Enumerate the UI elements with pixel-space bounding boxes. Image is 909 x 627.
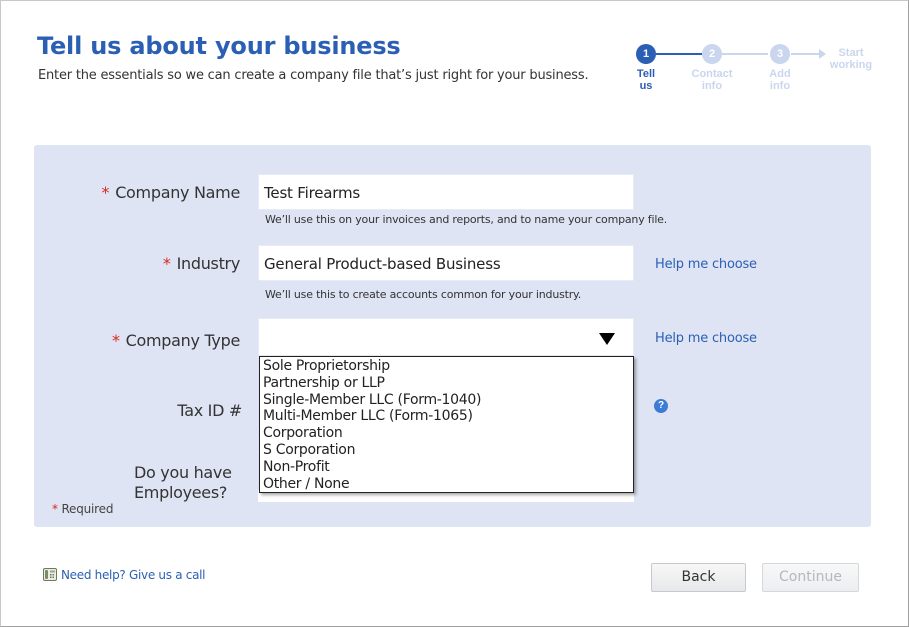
help-call-text[interactable]: Need help? Give us a call bbox=[61, 568, 206, 582]
phone-icon bbox=[43, 568, 57, 581]
company-type-label: * Company Type bbox=[112, 331, 240, 350]
step-4-label-line2: working bbox=[829, 59, 873, 71]
step-connector bbox=[656, 53, 702, 55]
step-2-circle: 2 bbox=[702, 44, 722, 64]
company-type-select[interactable] bbox=[258, 318, 634, 356]
continue-button[interactable]: Continue bbox=[762, 563, 859, 592]
option-single-member-llc[interactable]: Single-Member LLC (Form-1040) bbox=[260, 392, 633, 409]
step-4-label-line1: Start bbox=[838, 47, 864, 59]
step-2-label-line2: info bbox=[701, 80, 723, 92]
required-note: * Required bbox=[52, 502, 113, 516]
tax-id-label: Tax ID # bbox=[177, 401, 242, 420]
option-sole-proprietorship[interactable]: Sole Proprietorship bbox=[260, 358, 633, 375]
option-partnership[interactable]: Partnership or LLP bbox=[260, 375, 633, 392]
option-non-profit[interactable]: Non-Profit bbox=[260, 459, 633, 476]
option-s-corporation[interactable]: S Corporation bbox=[260, 442, 633, 459]
required-marker: * bbox=[111, 331, 120, 350]
help-call-link[interactable]: Need help? Give us a call bbox=[43, 568, 206, 582]
step-1-circle: 1 bbox=[636, 44, 656, 64]
step-1-label: Tell us bbox=[616, 68, 676, 92]
required-marker: * bbox=[101, 183, 110, 202]
required-marker: * bbox=[162, 254, 171, 273]
step-3-circle: 3 bbox=[770, 44, 790, 64]
company-type-help-link[interactable]: Help me choose bbox=[655, 331, 757, 346]
step-1-label-line2: us bbox=[639, 80, 653, 92]
step-connector bbox=[791, 53, 819, 55]
industry-help-link[interactable]: Help me choose bbox=[655, 257, 757, 272]
company-name-hint: We’ll use this on your invoices and repo… bbox=[265, 213, 668, 226]
step-4-label: Start working bbox=[821, 47, 881, 71]
step-3-label-line1: Add bbox=[769, 68, 791, 80]
step-3-label: Add info bbox=[750, 68, 810, 92]
required-note-text: Required bbox=[61, 502, 114, 516]
dropdown-arrow-icon[interactable] bbox=[599, 333, 615, 345]
company-name-label: * Company Name bbox=[101, 183, 240, 202]
page-title: Tell us about your business bbox=[37, 32, 401, 60]
page-subtitle: Enter the essentials so we can create a … bbox=[38, 68, 589, 83]
company-name-label-text: Company Name bbox=[115, 183, 240, 202]
industry-label-text: Industry bbox=[176, 254, 241, 273]
employees-label-line1: Do you have bbox=[134, 463, 232, 482]
option-multi-member-llc[interactable]: Multi-Member LLC (Form-1065) bbox=[260, 408, 633, 425]
step-connector bbox=[722, 53, 768, 55]
industry-hint: We’ll use this to create accounts common… bbox=[265, 288, 582, 301]
employees-label: Do you have Employees? bbox=[134, 463, 232, 503]
step-1-label-line1: Tell bbox=[636, 68, 656, 80]
step-2-label: Contact info bbox=[682, 68, 742, 92]
industry-label: * Industry bbox=[163, 254, 240, 273]
option-corporation[interactable]: Corporation bbox=[260, 425, 633, 442]
company-type-label-text: Company Type bbox=[125, 331, 241, 350]
required-marker: * bbox=[52, 502, 58, 516]
company-name-input[interactable]: Test Firearms bbox=[258, 174, 634, 210]
progress-stepper: 1 2 3 Tell us Contact info Add info Star… bbox=[630, 44, 890, 94]
company-type-listbox[interactable]: Sole Proprietorship Partnership or LLP S… bbox=[259, 356, 634, 493]
employees-label-line2: Employees? bbox=[134, 483, 228, 502]
step-3-label-line2: info bbox=[769, 80, 791, 92]
option-other-none[interactable]: Other / None bbox=[260, 476, 633, 493]
back-button[interactable]: Back bbox=[651, 563, 746, 592]
help-question-icon[interactable]: ? bbox=[654, 399, 668, 413]
step-2-label-line1: Contact bbox=[691, 68, 733, 80]
industry-input[interactable]: General Product-based Business bbox=[258, 245, 634, 281]
